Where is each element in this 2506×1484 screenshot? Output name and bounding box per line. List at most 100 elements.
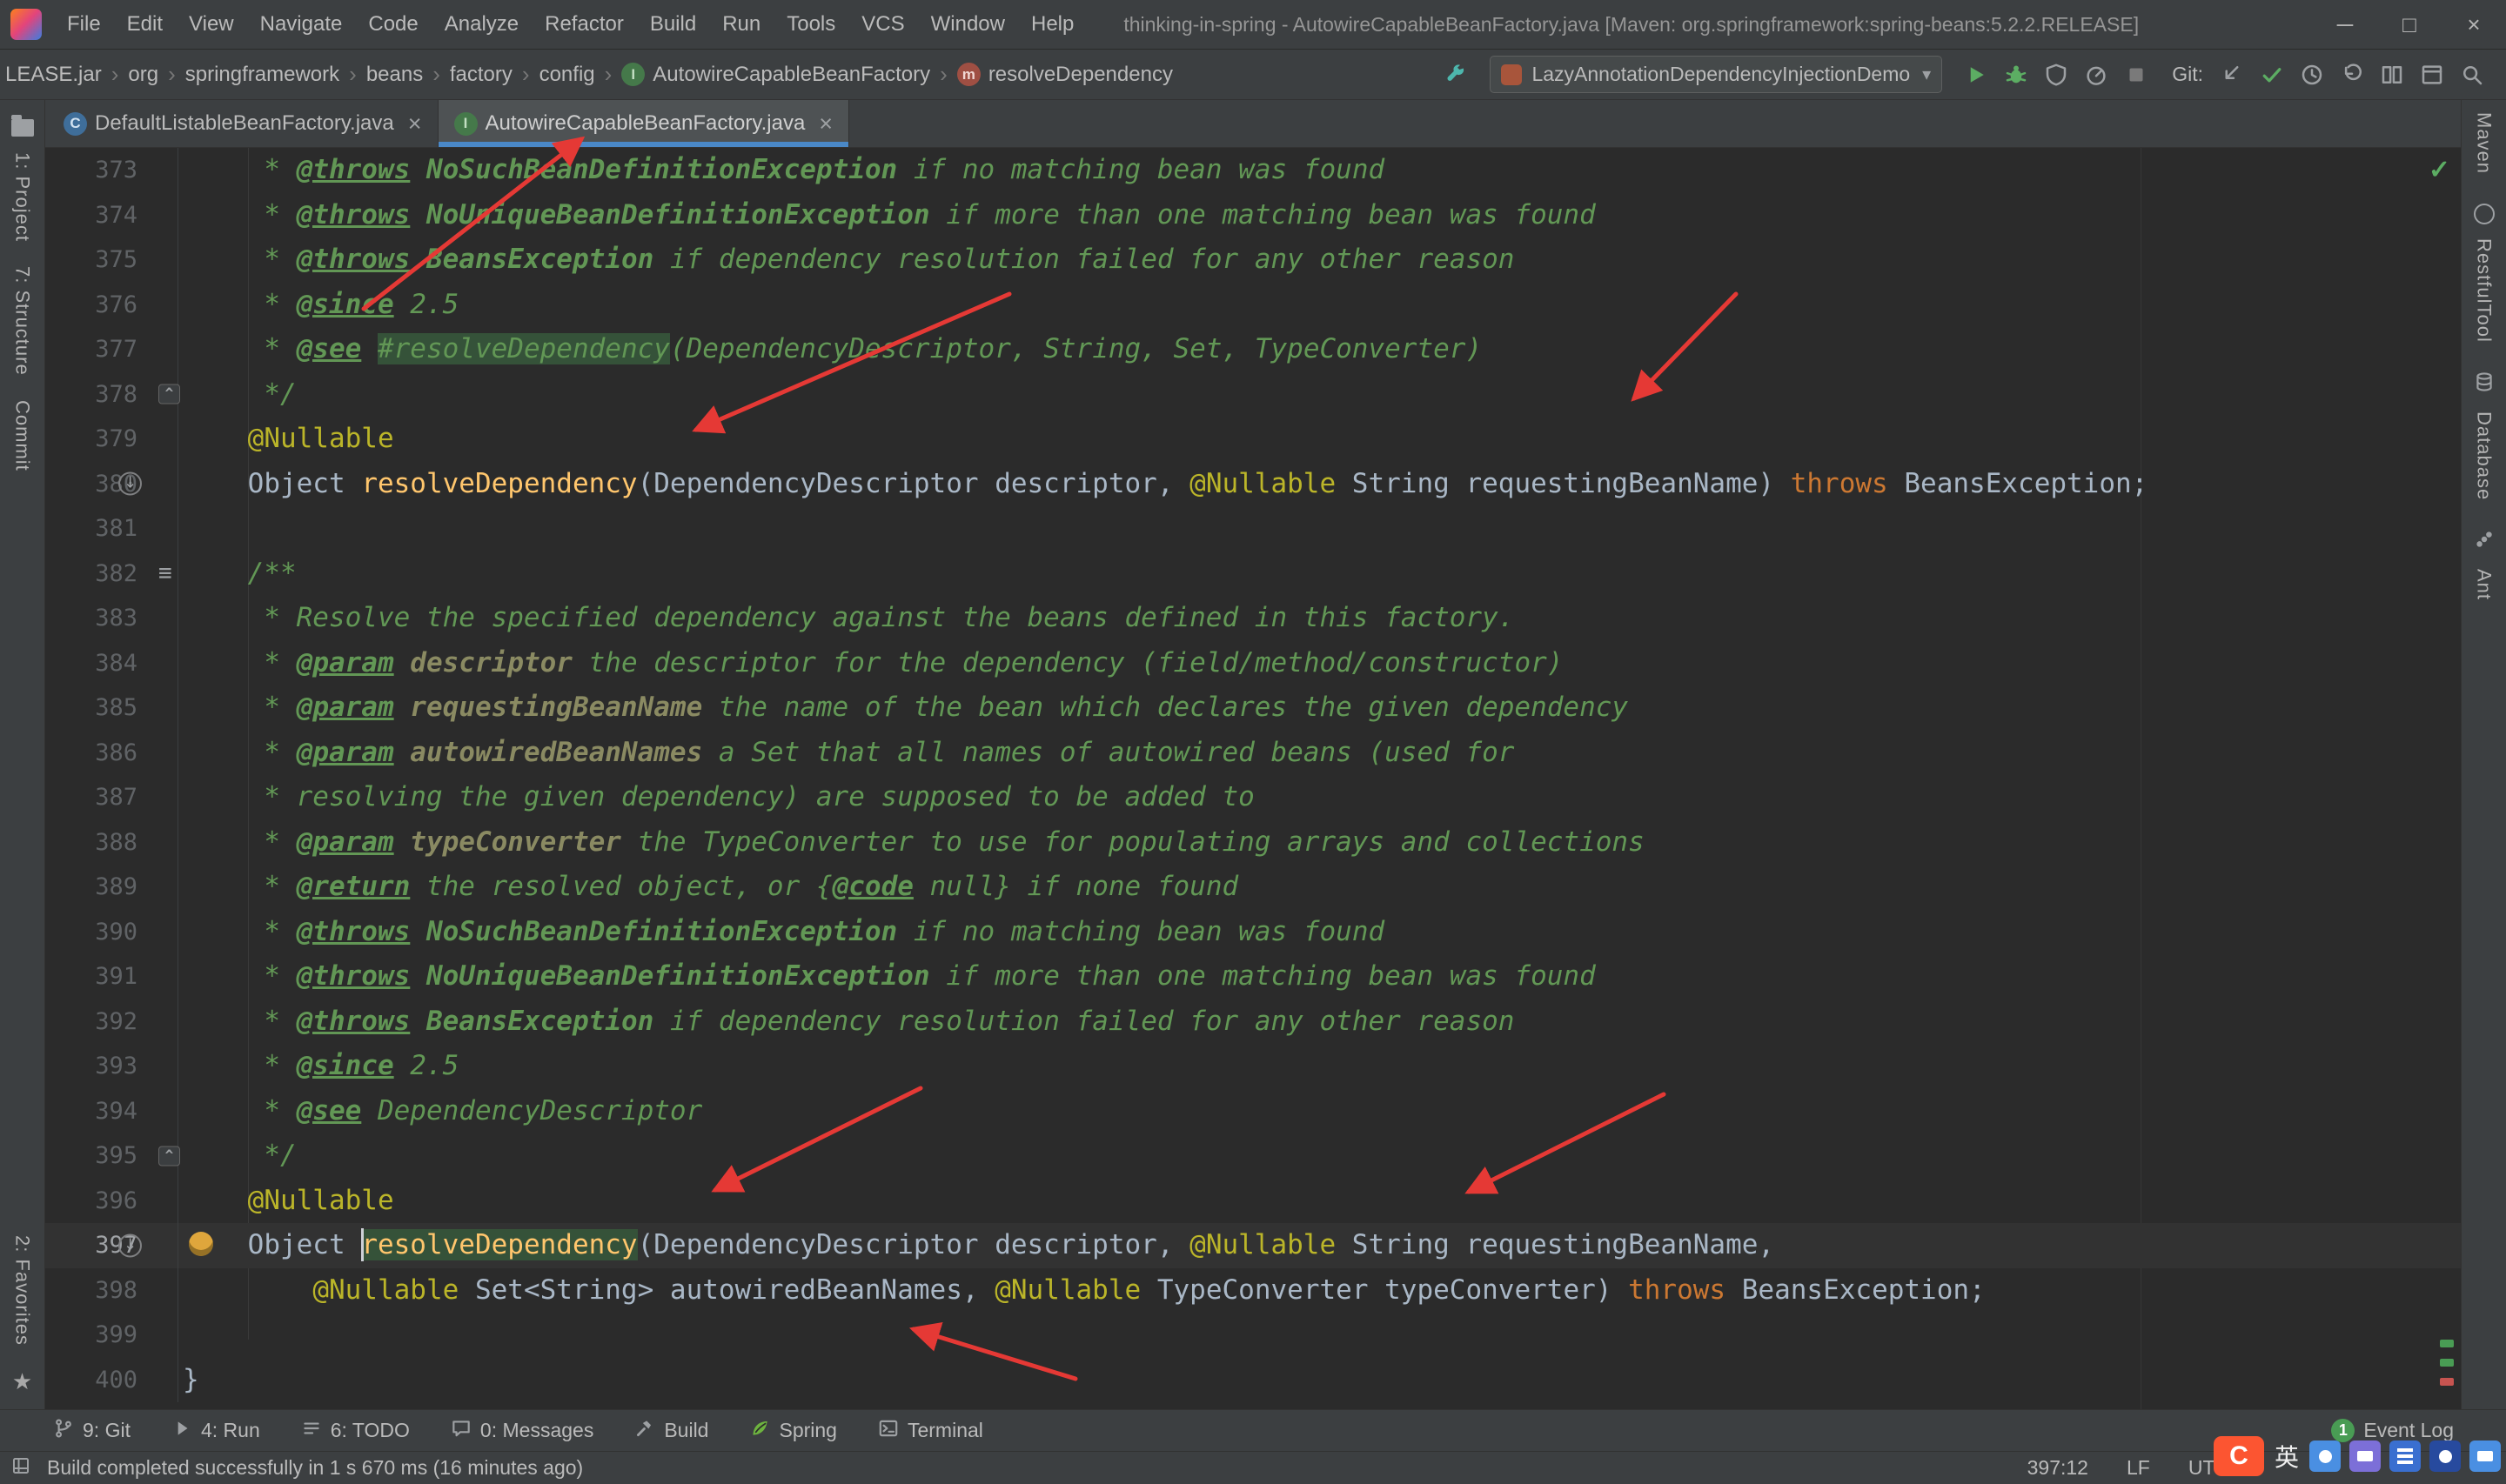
code-text[interactable]: */ [178, 1133, 2461, 1179]
favorites-star-icon[interactable]: ★ [12, 1368, 32, 1395]
implemented-marker-icon[interactable]: ↓ [118, 1233, 142, 1258]
toolwindow-button-spring[interactable]: Spring [748, 1417, 837, 1445]
gutter[interactable]: 392 [45, 999, 178, 1044]
code-text[interactable]: @Nullable [178, 1179, 2461, 1224]
menu-item-view[interactable]: View [176, 0, 247, 49]
gutter[interactable]: 380 ↓ [45, 461, 178, 506]
menu-item-code[interactable]: Code [355, 0, 431, 49]
menu-item-refactor[interactable]: Refactor [532, 0, 637, 49]
gutter[interactable]: 377 [45, 327, 178, 372]
code-text[interactable] [178, 1313, 2461, 1358]
menu-item-run[interactable]: Run [709, 0, 774, 49]
layout-icon[interactable] [2412, 55, 2452, 95]
scroll-mark[interactable] [2440, 1378, 2454, 1386]
gutter[interactable]: 396 [45, 1178, 178, 1223]
code-text[interactable]: * @param autowiredBeanNames a Set that a… [178, 731, 2461, 776]
scroll-mark[interactable] [2440, 1340, 2454, 1347]
gutter[interactable]: 373 [45, 148, 178, 193]
tab-autowirecapablebeanfactory-java[interactable]: I AutowireCapableBeanFactory.java × [438, 100, 850, 147]
git-update-button[interactable] [2212, 55, 2252, 95]
gutter[interactable]: 395 ^ [45, 1133, 180, 1179]
code-text[interactable]: * @param descriptor the descriptor for t… [178, 641, 2461, 686]
profiler-button[interactable] [2076, 55, 2116, 95]
project-folder-icon[interactable] [10, 115, 34, 137]
code-text[interactable]: Object resolveDependency(DependencyDescr… [178, 1223, 2461, 1268]
code-text[interactable]: * @see DependencyDescriptor [178, 1089, 2461, 1134]
toolwindow-button-0-messages[interactable]: 0: Messages [450, 1417, 593, 1445]
run-configuration-select[interactable]: LazyAnnotationDependencyInjectionDemo ▾ [1490, 56, 1943, 93]
gutter[interactable]: 384 [45, 640, 178, 685]
menu-item-tools[interactable]: Tools [774, 0, 848, 49]
sidebar-item-7-structure[interactable]: 7: Structure [11, 266, 34, 376]
menu-item-edit[interactable]: Edit [114, 0, 176, 49]
code-text[interactable]: * @throws NoUniqueBeanDefinitionExceptio… [178, 193, 2461, 238]
menu-item-window[interactable]: Window [918, 0, 1018, 49]
code-text[interactable] [178, 506, 2461, 551]
breadcrumb-item-beans[interactable]: beans [366, 63, 423, 87]
sidebar-item-database[interactable]: Database [2473, 411, 2496, 500]
gutter[interactable]: 389 [45, 865, 178, 910]
stop-button[interactable] [2116, 55, 2156, 95]
code-text[interactable]: * @throws BeansException if dependency r… [178, 999, 2461, 1045]
code-text[interactable]: * @param requestingBeanName the name of … [178, 685, 2461, 731]
breadcrumb-item-lease-jar[interactable]: LEASE.jar [5, 63, 102, 87]
menu-item-analyze[interactable]: Analyze [432, 0, 532, 49]
gutter[interactable]: 374 [45, 192, 178, 237]
close-icon[interactable]: × [408, 111, 422, 136]
sidebar-item-1-project[interactable]: 1: Project [11, 152, 34, 242]
code-text[interactable]: * @throws BeansException if dependency r… [178, 237, 2461, 283]
gutter[interactable]: 400 [45, 1357, 178, 1402]
git-commit-button[interactable] [2252, 55, 2292, 95]
inspection-ok-icon[interactable]: ✓ [2429, 155, 2450, 185]
gutter[interactable]: 376 [45, 282, 178, 327]
gutter[interactable]: 397 ↓ [45, 1223, 178, 1268]
gutter[interactable]: 375 [45, 237, 178, 283]
sidebar-item-commit[interactable]: Commit [11, 400, 34, 471]
code-text[interactable]: * @throws NoSuchBeanDefinitionException … [178, 148, 2461, 193]
breadcrumb-item-org[interactable]: org [128, 63, 158, 87]
code-text[interactable]: * Resolve the specified dependency again… [178, 596, 2461, 641]
gutter[interactable]: 379 [45, 417, 178, 462]
toolwindow-button-terminal[interactable]: Terminal [877, 1417, 983, 1445]
gutter[interactable]: 399 [45, 1313, 178, 1358]
code-text[interactable]: */ [178, 372, 2461, 418]
minimize-button[interactable]: ─ [2313, 0, 2377, 49]
implemented-marker-icon[interactable]: ↓ [118, 471, 142, 496]
menu-item-build[interactable]: Build [637, 0, 709, 49]
code-text[interactable]: * @see #resolveDependency(DependencyDesc… [178, 327, 2461, 372]
line-ending[interactable]: LF [2127, 1456, 2150, 1480]
menu-item-navigate[interactable]: Navigate [247, 0, 356, 49]
gutter[interactable]: 388 [45, 819, 178, 865]
toolwindow-button-9-git[interactable]: 9: Git [52, 1417, 131, 1445]
gutter[interactable]: 383 [45, 596, 178, 641]
breadcrumb-item-resolvedependency[interactable]: m resolveDependency [956, 63, 1173, 87]
code-text[interactable]: * @throws NoUniqueBeanDefinitionExceptio… [178, 954, 2461, 999]
close-icon[interactable]: × [819, 111, 833, 136]
code-text[interactable]: * @since 2.5 [178, 1044, 2461, 1089]
gutter[interactable]: 393 [45, 1044, 178, 1089]
code-text[interactable]: * @since 2.5 [178, 283, 2461, 328]
search-icon[interactable] [2452, 55, 2492, 95]
gutter[interactable]: 387 [45, 775, 178, 820]
git-rollback-button[interactable] [2332, 55, 2372, 95]
wrench-icon[interactable] [1436, 55, 1476, 95]
code-editor[interactable]: ✓ 373 * @throws NoSuchBeanDefinitionExce… [45, 148, 2461, 1409]
maximize-button[interactable]: □ [2377, 0, 2442, 49]
sidebar-item-maven[interactable]: Maven [2473, 112, 2496, 174]
code-text[interactable]: * @return the resolved object, or {@code… [178, 865, 2461, 910]
gutter[interactable]: 390 [45, 909, 178, 954]
toolwindow-toggle-icon[interactable] [10, 1455, 31, 1481]
git-history-button[interactable] [2292, 55, 2332, 95]
code-text[interactable]: @Nullable Set<String> autowiredBeanNames… [178, 1268, 2461, 1314]
close-button[interactable]: × [2442, 0, 2506, 49]
breadcrumb-item-config[interactable]: config [539, 63, 595, 87]
sidebar-item-2-favorites[interactable]: 2: Favorites [11, 1235, 34, 1346]
menu-item-help[interactable]: Help [1018, 0, 1087, 49]
git-compare-button[interactable] [2372, 55, 2412, 95]
fold-marker-icon[interactable]: ^ [158, 1146, 180, 1166]
tab-defaultlistablebeanfactory-java[interactable]: C DefaultListableBeanFactory.java × [48, 100, 439, 147]
sidebar-item-restfultool[interactable]: RestfulTool [2473, 238, 2496, 343]
gutter[interactable]: 394 [45, 1088, 178, 1133]
gutter[interactable]: 398 [45, 1267, 178, 1313]
code-text[interactable]: Object resolveDependency(DependencyDescr… [178, 462, 2461, 507]
